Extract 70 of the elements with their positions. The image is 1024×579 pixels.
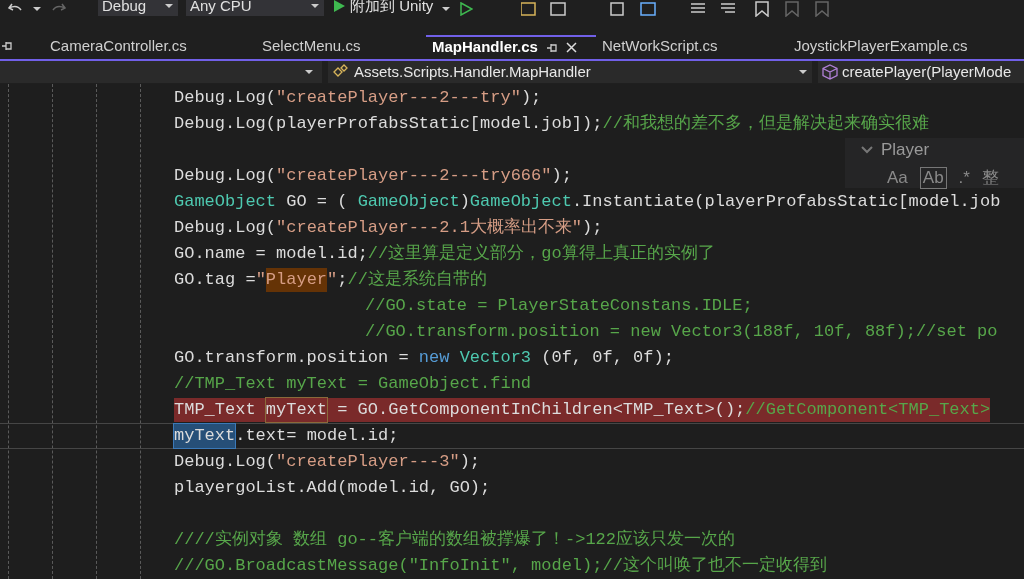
code-token: TMP_Text (174, 399, 256, 421)
code-token: "createPlayer---2.1大概率出不来" (276, 216, 583, 239)
code-token: Debug.Log( (174, 165, 277, 187)
code-token: " (255, 269, 266, 291)
code-token: ); (582, 217, 603, 239)
close-icon[interactable] (565, 42, 577, 54)
code-token: GameObject (469, 191, 572, 213)
code-token: GO.transform.position = (174, 347, 409, 369)
code-token: " (327, 269, 338, 291)
dropdown-arrow-icon[interactable] (441, 6, 452, 13)
code-token: ////实例对象 数组 go--客户端的数组被撑爆了！->122应该只发一次的 (174, 528, 736, 551)
code-token: GameObject (357, 191, 460, 213)
member-dropdown[interactable]: createPlayer(PlayerMode (818, 61, 1024, 84)
code-token: "createPlayer---2---try" (276, 87, 521, 109)
find-option-button[interactable]: 整 (981, 167, 999, 188)
code-token: ); (459, 451, 481, 473)
code-token: ; (337, 269, 348, 291)
chevron-down-icon[interactable] (861, 146, 873, 154)
code-token: Debug.Log( (174, 451, 277, 473)
code-token: (0f, 0f, 0f); (541, 347, 674, 369)
code-token: .text= model.id; (235, 425, 399, 447)
code-token: //这里算是定义部分，go算得上真正的实例了 (367, 242, 715, 265)
dropdown-arrow-icon[interactable] (798, 69, 808, 76)
code-token: GO = ( (286, 191, 348, 213)
code-token: //TMP_Text myText = GameObject.find (174, 373, 532, 395)
code-token: Debug.Log( (174, 87, 277, 109)
code-token: ) (459, 191, 470, 213)
code-token: "createPlayer---3" (276, 451, 460, 473)
code-token: "createPlayer---2---try666" (276, 165, 552, 187)
code-token: .Instantiate(playerProfabsStatic[model.job (571, 191, 1001, 213)
code-token: Vector3 (459, 347, 532, 369)
dropdown-arrow-icon[interactable] (310, 3, 320, 10)
file-tab[interactable]: SelectMenu.cs (256, 34, 426, 59)
dropdown-arrow-icon[interactable] (304, 69, 314, 76)
file-tab[interactable]: JoystickPlayerExample.cs (788, 34, 1018, 59)
find-field[interactable]: Player (881, 137, 930, 163)
dropdown-arrow-icon[interactable] (32, 6, 42, 13)
code-token: myText (265, 398, 328, 422)
play-icon (332, 0, 346, 14)
code-token: myText (174, 424, 236, 448)
pin-icon[interactable] (545, 41, 558, 54)
code-token: new (418, 347, 450, 369)
code-token: //GetComponent<TMP_Text> (745, 399, 991, 421)
code-token: //GO.state = PlayerStateConstans.IDLE; (365, 295, 753, 317)
code-token: ///GO.BroadcastMessage("InfoInit", model);//这个叫唤了也不一定收得到 (174, 554, 827, 577)
code-token: //GO.transform.position = new Vector3(188f, 10f, 88f);//set po (365, 321, 998, 343)
find-option-button[interactable]: Ab (919, 166, 947, 189)
play-outline-icon[interactable] (459, 2, 474, 17)
code-token: Debug.Log(playerProfabsStatic[model.job]); (174, 113, 603, 135)
code-token: GO.name = model.id; (174, 243, 368, 265)
code-token: Debug.Log( (174, 217, 277, 239)
code-token: GameObject (174, 191, 277, 213)
file-tab[interactable]: CameraController.cs (44, 34, 256, 59)
code-token: Player (265, 268, 328, 292)
cube-icon (822, 64, 838, 81)
platform-dropdown[interactable]: Any CPU (186, 0, 324, 17)
code-token: ); (520, 87, 542, 109)
dropdown-arrow-icon[interactable] (164, 3, 174, 10)
code-token: //这是系统自带的 (347, 268, 487, 291)
code-token: playergoList.Add(model.id, GO); (174, 477, 491, 499)
file-tab[interactable]: NetWorkScript.cs (596, 34, 788, 59)
code-token: //和我想的差不多，但是解决起来确实很难 (602, 113, 929, 135)
code-token: GO.tag = (174, 269, 256, 291)
code-token: = GO.GetComponentInChildren<TMP_Text>(); (337, 399, 746, 421)
pin-icon[interactable] (0, 39, 14, 52)
class-dropdown[interactable]: Assets.Scripts.Handler.MapHandler (328, 61, 812, 84)
configuration-dropdown[interactable]: Debug (98, 0, 178, 17)
code-token: ); (551, 165, 572, 187)
find-option-button[interactable]: Aa (887, 167, 908, 188)
find-option-button[interactable]: .* (958, 167, 970, 188)
